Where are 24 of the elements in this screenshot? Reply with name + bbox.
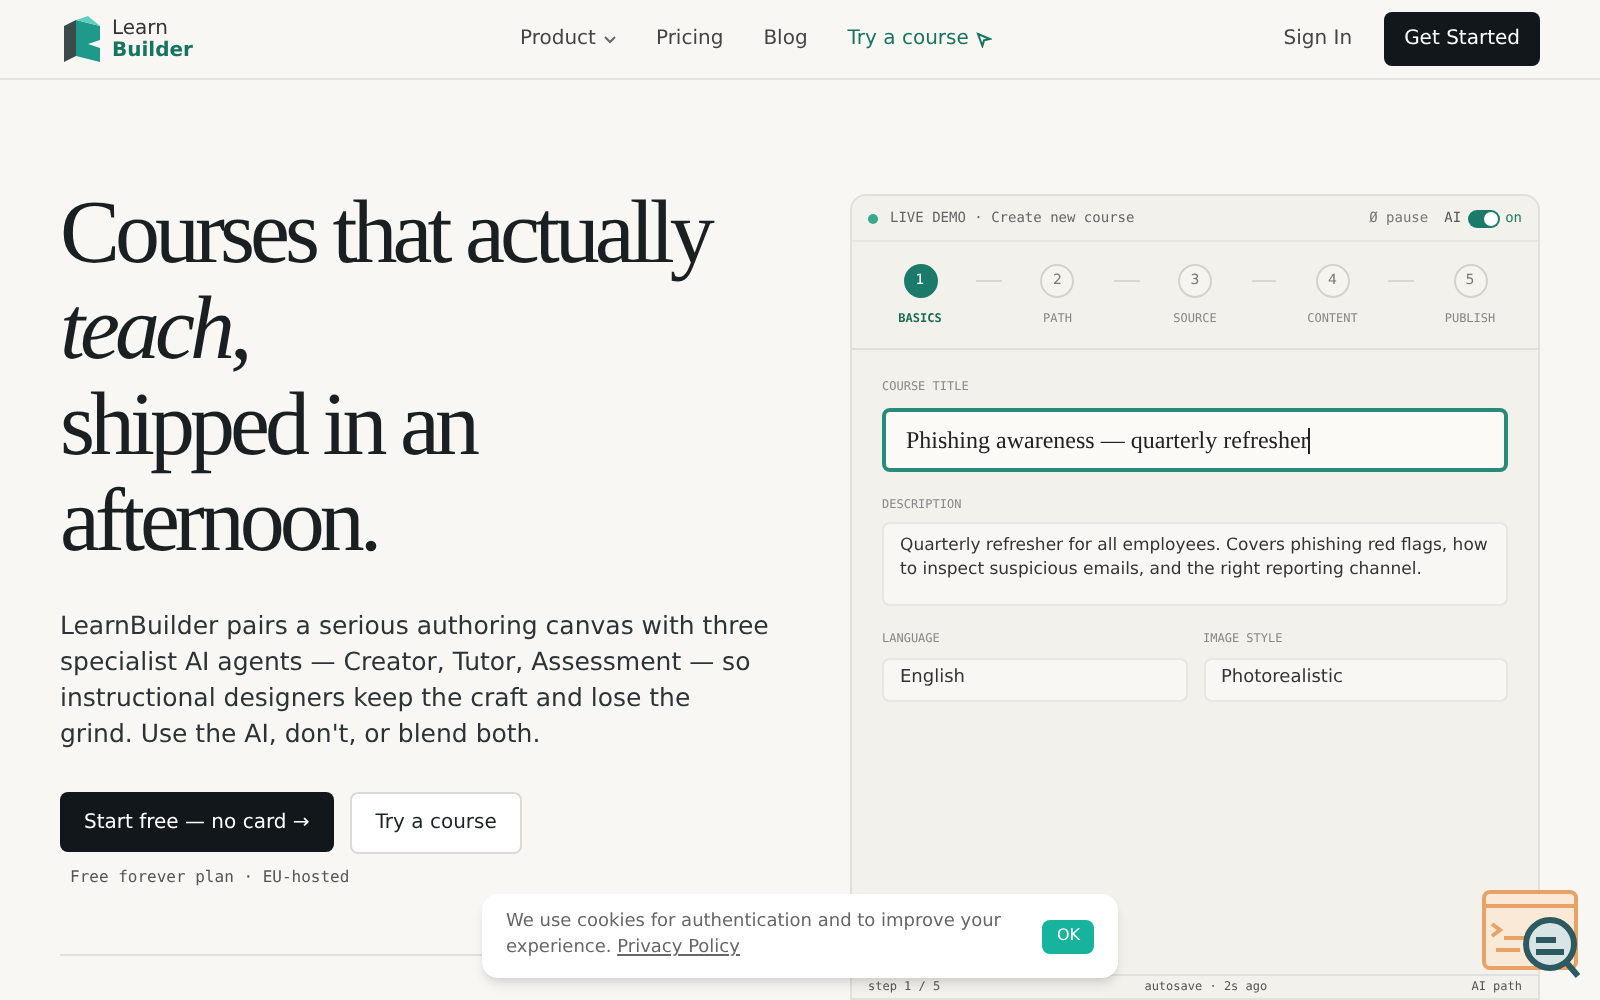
get-started-button[interactable]: Get Started [1384,12,1540,66]
logo-icon [60,15,104,63]
ai-toggle[interactable] [1467,209,1500,227]
language-field[interactable]: English [882,658,1187,702]
brand-name: Learn [112,17,170,39]
plan-note: Free forever plan · EU-hosted [70,866,350,890]
nav-link[interactable]: Try a course [847,24,993,54]
nav-link[interactable]: Product [520,24,616,54]
cookie-message: We use cookies for authentication and to improve your experience. Privacy Policy [506,910,1003,962]
description-field[interactable]: Quarterly refresher for all employees. Covers phishing red flags, how to inspect suspicious emails, and the right reporting channel. [882,522,1508,606]
hero-headline: Courses that actually teach, shipped in an afternoon. [60,184,713,568]
nav-link[interactable]: Pricing [655,24,724,54]
nav-link[interactable]: Blog [763,24,808,54]
try-course-button[interactable]: Try a course [349,792,523,854]
help-chat-icon[interactable] [1480,890,1584,980]
cursor-icon [976,31,993,47]
brand-name: Builder [112,39,193,61]
image-style-field[interactable]: Photorealistic [1203,658,1508,702]
privacy-policy-link[interactable]: Privacy Policy [617,938,740,958]
course-title-field[interactable]: Phishing awareness — quarterly refresher [882,408,1508,472]
start-free-button[interactable]: Start free — no card → [60,792,334,852]
chevron-icon [603,35,616,43]
hero-description: LearnBuilder pairs a serious authoring canvas with three specialist AI agents — Creator, Tutor, Assessment — so instructional designers keep the craft and lose the grind. Use the AI, don't, or blend both. [60,608,770,752]
sign-in-link[interactable]: Sign In [1283,24,1353,54]
